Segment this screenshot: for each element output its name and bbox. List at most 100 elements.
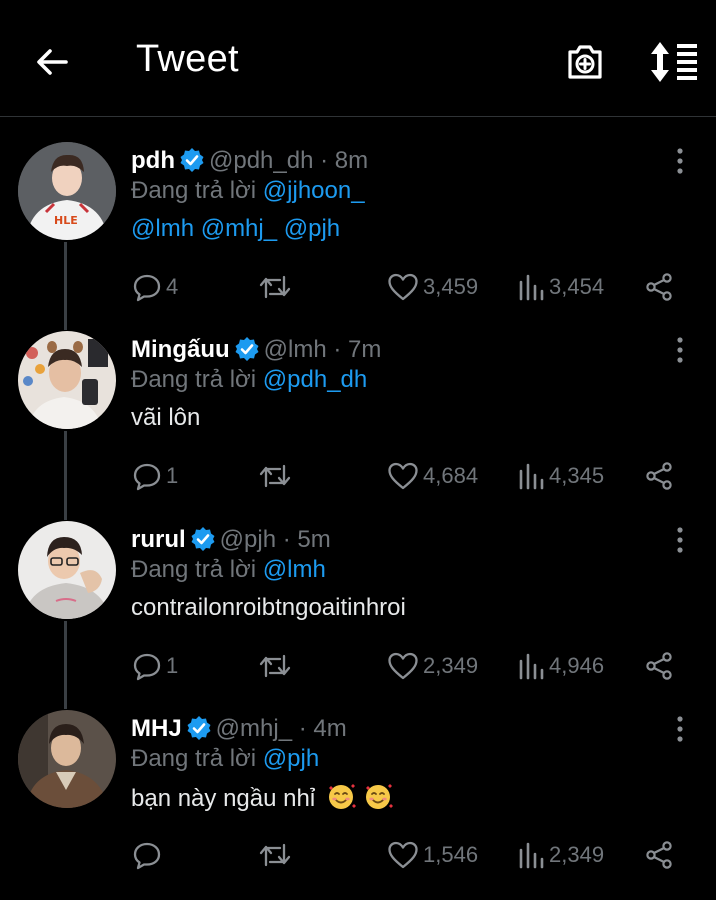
share-icon — [646, 652, 672, 680]
more-options-icon[interactable] — [670, 335, 690, 365]
display-name[interactable]: rurul — [131, 526, 186, 553]
views-button[interactable]: 4,345 — [517, 459, 604, 493]
share-button[interactable] — [644, 649, 674, 683]
tweet-actions: 1 4,684 4,345 — [0, 459, 716, 493]
user-handle[interactable]: @lmh — [264, 336, 327, 363]
arrow-left-icon[interactable] — [32, 42, 72, 82]
tweet-text: contrailonroibtngoaitinhroi — [131, 594, 406, 621]
tweet-actions: 1,546 2,349 — [0, 838, 716, 872]
avatar[interactable] — [18, 331, 116, 429]
like-count: 1,546 — [423, 842, 479, 867]
tweet-item[interactable]: rurul @pjh · 5m Đang trả lời @lmh contrai… — [0, 521, 716, 711]
tweet-item[interactable]: HLE pdh @pdh_dh · 8m Đang trả lời @jjhoon… — [0, 142, 716, 332]
more-options-icon[interactable] — [670, 146, 690, 176]
share-icon — [646, 273, 672, 301]
like-button[interactable]: 4,684 — [387, 459, 478, 493]
like-button[interactable]: 2,349 — [387, 649, 478, 683]
retweet-button[interactable] — [258, 649, 296, 683]
top-app-bar: Tweet — [0, 0, 716, 117]
replying-to-label: Đang trả lời — [131, 556, 257, 583]
retweet-button[interactable] — [258, 838, 296, 872]
share-icon — [646, 841, 672, 869]
avatar[interactable] — [18, 710, 116, 808]
user-handle[interactable]: @pjh — [220, 526, 276, 553]
reply-button[interactable] — [132, 838, 166, 872]
views-chart-icon — [519, 653, 544, 680]
tweet-item[interactable]: Mingấuu @lmh · 7m Đang trả lời @pdh_dh vã… — [0, 331, 716, 521]
verified-badge-icon — [191, 527, 215, 551]
replying-to-link[interactable]: @jjhoon_ — [263, 177, 365, 204]
tweet-header: MHJ @mhj_ · 4m — [131, 714, 347, 744]
retweet-icon — [259, 275, 291, 299]
replying-to: Đang trả lời @pjh — [131, 744, 319, 774]
reply-count: 1 — [166, 653, 179, 678]
display-name[interactable]: pdh — [131, 147, 175, 174]
replying-to-link[interactable]: @lmh — [263, 556, 326, 583]
view-count: 4,946 — [549, 653, 605, 678]
emoji-smiling-hearts-icon — [326, 782, 393, 814]
reply-count: 4 — [166, 274, 179, 299]
tweet-text: @lmh @mhj_ @pjh — [131, 214, 340, 244]
replying-to: Đang trả lời @jjhoon_ — [131, 176, 365, 206]
display-name[interactable]: Mingấuu — [131, 336, 230, 363]
display-name[interactable]: MHJ — [131, 715, 182, 742]
tweet-header: Mingấuu @lmh · 7m — [131, 335, 381, 365]
tweet-actions: 4 3,459 3,454 — [0, 270, 716, 304]
like-button[interactable]: 1,546 — [387, 838, 478, 872]
view-count: 4,345 — [549, 463, 605, 488]
mention-links[interactable]: @lmh @mhj_ @pjh — [131, 215, 340, 242]
tweet-actions: 1 2,349 4,946 — [0, 649, 716, 683]
share-button[interactable] — [644, 270, 674, 304]
separator-dot: · — [333, 336, 342, 363]
reply-icon — [133, 842, 161, 870]
reply-icon — [133, 653, 161, 681]
replying-to: Đang trả lời @lmh — [131, 555, 326, 585]
view-count: 2,349 — [549, 842, 605, 867]
replying-to-label: Đang trả lời — [131, 745, 257, 772]
reply-button[interactable]: 1 — [132, 649, 178, 683]
user-handle[interactable]: @pdh_dh — [209, 147, 313, 174]
tweet-body: bạn này ngầu nhỉ — [131, 785, 316, 812]
tweet-header: rurul @pjh · 5m — [131, 525, 331, 555]
heart-icon — [388, 841, 418, 869]
retweet-button[interactable] — [258, 459, 296, 493]
views-chart-icon — [519, 842, 544, 869]
tweet-text: vãi lôn — [131, 404, 201, 431]
reply-button[interactable]: 1 — [132, 459, 178, 493]
views-button[interactable]: 4,946 — [517, 649, 604, 683]
share-button[interactable] — [644, 838, 674, 872]
share-button[interactable] — [644, 459, 674, 493]
more-options-icon[interactable] — [670, 525, 690, 555]
retweet-button[interactable] — [258, 270, 296, 304]
reply-count: 1 — [166, 463, 179, 488]
heart-icon — [388, 462, 418, 490]
heart-icon — [388, 652, 418, 680]
avatar[interactable]: HLE — [18, 142, 116, 240]
retweet-icon — [259, 843, 291, 867]
sort-icon[interactable] — [648, 40, 700, 84]
views-button[interactable]: 2,349 — [517, 838, 604, 872]
heart-icon — [388, 273, 418, 301]
user-handle[interactable]: @mhj_ — [216, 715, 292, 742]
replying-to-link[interactable]: @pjh — [263, 745, 319, 772]
replying-to-link[interactable]: @pdh_dh — [263, 366, 367, 393]
verified-badge-icon — [235, 337, 259, 361]
reply-icon — [133, 463, 161, 491]
retweet-icon — [259, 654, 291, 678]
tweet-text: bạn này ngầu nhỉ — [131, 782, 393, 814]
reply-button[interactable]: 4 — [132, 270, 178, 304]
tweet-header: pdh @pdh_dh · 8m — [131, 146, 368, 176]
views-button[interactable]: 3,454 — [517, 270, 604, 304]
avatar[interactable] — [18, 521, 116, 619]
views-chart-icon — [519, 463, 544, 490]
views-chart-icon — [519, 274, 544, 301]
tweet-item[interactable]: MHJ @mhj_ · 4m Đang trả lời @pjh bạn này … — [0, 710, 716, 900]
camera-add-icon[interactable] — [563, 40, 607, 84]
more-options-icon[interactable] — [670, 714, 690, 744]
like-button[interactable]: 3,459 — [387, 270, 478, 304]
separator-dot: · — [298, 715, 307, 742]
svg-text:HLE: HLE — [54, 214, 78, 227]
separator-dot: · — [320, 147, 329, 174]
share-icon — [646, 462, 672, 490]
replying-to-label: Đang trả lời — [131, 177, 257, 204]
